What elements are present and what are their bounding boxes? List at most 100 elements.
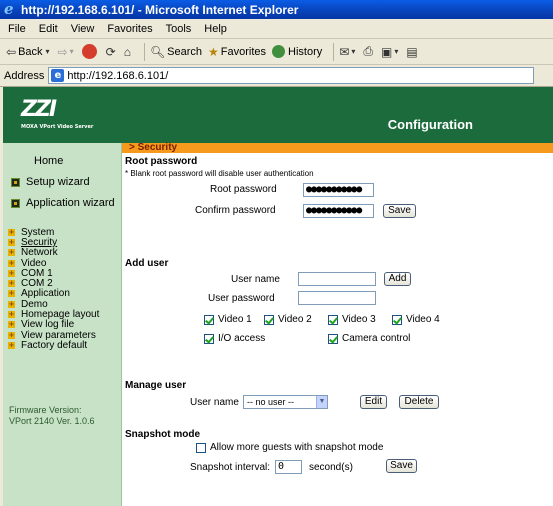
forward-button[interactable]: ⇨ ▾ — [58, 45, 76, 59]
window-title: http://192.168.6.101/ - Microsoft Intern… — [21, 2, 299, 17]
toolbar-separator — [143, 42, 145, 61]
add-user-button[interactable]: Add — [384, 272, 411, 286]
root-password-note: * Blank root password will disable user … — [125, 169, 314, 178]
firmware-value: VPort 2140 Ver. 1.0.6 — [9, 416, 95, 426]
sidebar-item-network[interactable]: + Network — [8, 247, 99, 258]
sidebar-item-application[interactable]: + Application — [8, 288, 99, 299]
save-snapshot-button[interactable]: Save — [386, 459, 417, 473]
video3-checkbox[interactable]: Video 3 — [328, 314, 376, 325]
sidebar-item-view-parameters[interactable]: + View parameters — [8, 330, 99, 341]
confirm-password-input[interactable]: ●●●●●●●●●●● — [303, 204, 374, 218]
mail-button[interactable]: ✉ ▾ — [339, 45, 357, 59]
page-icon: e — [51, 69, 65, 82]
video4-checkbox[interactable]: Video 4 — [392, 314, 440, 325]
search-button[interactable]: 🔍︎ Search — [150, 45, 202, 59]
sidebar-item-application-wizard[interactable]: Application wizard — [11, 197, 115, 209]
expand-icon: + — [8, 227, 15, 236]
add-user-heading: Add user — [125, 258, 169, 269]
allow-guests-snapshot-checkbox[interactable]: Allow more guests with snapshot mode — [196, 442, 383, 453]
menu-tools[interactable]: Tools — [166, 23, 192, 35]
sidebar-item-demo[interactable]: + Demo — [8, 299, 99, 310]
edit-page-button[interactable]: ▣ ▾ — [381, 45, 400, 59]
sidebar-item-factory-default[interactable]: + Factory default — [8, 340, 99, 351]
dropdown-arrow-icon: ▾ — [69, 47, 74, 56]
refresh-button[interactable]: ⟳ — [106, 45, 118, 59]
menu-help[interactable]: Help — [204, 23, 227, 35]
checkbox-checked-icon — [328, 314, 338, 325]
expand-icon: + — [8, 340, 15, 349]
forward-arrow-icon: ⇨ — [57, 44, 68, 59]
sidebar-item-video[interactable]: + Video — [8, 258, 99, 269]
sidebar-item-com1[interactable]: + COM 1 — [8, 268, 99, 279]
user-select[interactable]: -- no user -- ▼ — [243, 395, 328, 409]
sidebar-item-home[interactable]: Home — [34, 155, 63, 167]
camera-control-checkbox[interactable]: Camera control — [328, 333, 410, 344]
checkbox-checked-icon — [204, 314, 214, 325]
manage-user-heading: Manage user — [125, 380, 187, 391]
sidebar-item-homepage-layout[interactable]: + Homepage layout — [8, 309, 99, 320]
user-password-label: User password — [208, 293, 275, 304]
expand-icon: + — [8, 310, 15, 319]
delete-user-button[interactable]: Delete — [399, 395, 439, 409]
video1-checkbox[interactable]: Video 1 — [204, 314, 252, 325]
manage-user-name-label: User name — [190, 397, 239, 408]
video2-checkbox[interactable]: Video 2 — [264, 314, 312, 325]
snapshot-interval-input[interactable]: 0 — [275, 460, 302, 474]
discuss-button[interactable]: ▤ — [406, 45, 419, 59]
expand-icon: + — [8, 289, 15, 298]
address-value: http://192.168.6.101/ — [67, 69, 169, 82]
stop-button[interactable] — [81, 44, 100, 59]
sidebar-item-com2[interactable]: + COM 2 — [8, 278, 99, 289]
edit-user-button[interactable]: Edit — [360, 395, 387, 409]
expand-icon: + — [8, 279, 15, 288]
expand-icon: + — [8, 299, 15, 308]
section-title: > Security — [129, 142, 178, 153]
snapshot-interval-unit: second(s) — [309, 462, 353, 473]
section-bar: > Security — [122, 142, 553, 153]
sidebar: Home Setup wizard Application wizard + Sy… — [3, 143, 122, 506]
checkbox-checked-icon — [264, 314, 274, 325]
window-title-bar: http://192.168.6.101/ - Microsoft Intern… — [0, 0, 553, 19]
page-header: ZZI MOXA VPort Video Server Configuratio… — [3, 87, 553, 143]
stop-icon — [81, 44, 97, 59]
back-button[interactable]: ⇦ Back ▾ — [6, 45, 52, 59]
sidebar-item-view-log-file[interactable]: + View log file — [8, 319, 99, 330]
dropdown-arrow-icon: ▾ — [45, 47, 50, 56]
menu-favorites[interactable]: Favorites — [107, 23, 152, 35]
address-bar: Address e http://192.168.6.101/ — [0, 65, 553, 87]
dropdown-arrow-icon: ▾ — [351, 47, 356, 56]
chevron-down-icon: ▼ — [316, 396, 327, 408]
logo-tagline: MOXA VPort Video Server — [21, 124, 94, 130]
logo-mark: ZZI — [21, 97, 57, 122]
sidebar-item-setup-wizard[interactable]: Setup wizard — [11, 176, 90, 188]
main-content: > Security Root password * Blank root pa… — [122, 142, 553, 506]
history-button[interactable]: History — [272, 45, 322, 58]
sidebar-menu: + System + Security + Network + Video + COM 1… — [8, 227, 99, 351]
expand-icon: + — [8, 320, 15, 329]
address-field[interactable]: e http://192.168.6.101/ — [48, 67, 535, 84]
mail-icon: ✉ — [339, 44, 350, 59]
root-password-input[interactable]: ●●●●●●●●●●● — [303, 183, 374, 197]
home-button[interactable]: ⌂ — [124, 45, 133, 59]
moxa-logo: ZZI MOXA VPort Video Server — [21, 97, 101, 137]
sidebar-item-system[interactable]: + System — [8, 227, 99, 238]
checkbox-unchecked-icon — [196, 442, 206, 453]
back-arrow-icon: ⇦ — [6, 44, 17, 59]
new-user-password-input[interactable] — [298, 291, 376, 305]
new-user-name-input[interactable] — [298, 272, 376, 286]
checkbox-checked-icon — [392, 314, 402, 325]
save-root-password-button[interactable]: Save — [383, 204, 416, 218]
internet-explorer-icon — [3, 0, 17, 18]
menu-bar: File Edit View Favorites Tools Help — [0, 19, 553, 39]
favorites-icon: ★ — [208, 44, 219, 59]
menu-file[interactable]: File — [8, 23, 26, 35]
menu-view[interactable]: View — [71, 23, 95, 35]
page-title: Configuration — [387, 117, 473, 132]
io-access-checkbox[interactable]: I/O access — [204, 333, 265, 344]
menu-edit[interactable]: Edit — [39, 23, 58, 35]
sidebar-item-security[interactable]: + Security — [8, 237, 99, 248]
print-button[interactable]: ⎙ — [363, 44, 375, 59]
browser-toolbar: ⇦ Back ▾ ⇨ ▾ ⟳ ⌂ 🔍︎ Search ★ Favorites H… — [0, 39, 553, 65]
favorites-button[interactable]: ★ Favorites — [208, 45, 266, 59]
root-password-heading: Root password — [125, 156, 198, 167]
